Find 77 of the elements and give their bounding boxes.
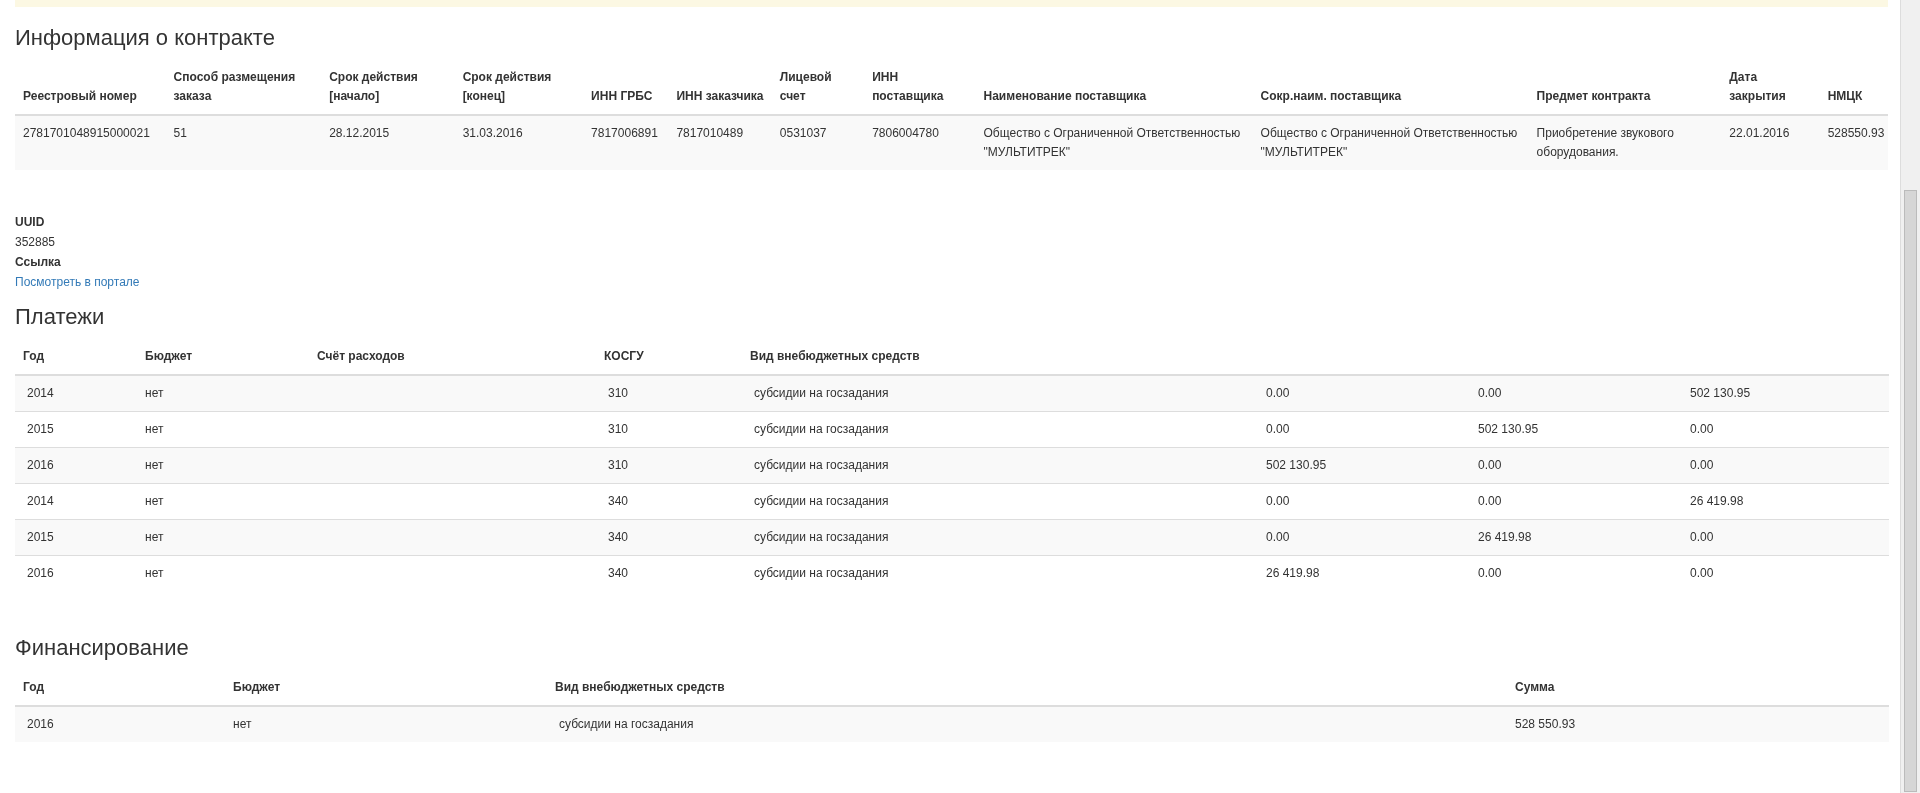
table-cell: 7817006891 xyxy=(583,115,669,170)
table-cell: 340 xyxy=(608,494,629,508)
column-header: Бюджет xyxy=(145,349,193,363)
table-cell: субсидии на госзадания xyxy=(754,458,889,472)
table-cell: 340 xyxy=(608,566,629,580)
table-cell: 310 xyxy=(608,458,629,472)
table-cell: 2016 xyxy=(27,566,54,580)
table-cell: 28.12.2015 xyxy=(321,115,455,170)
section-title: Информация о контракте xyxy=(15,25,276,51)
table-cell: нет xyxy=(145,494,164,508)
table-cell: 0531037 xyxy=(771,115,865,170)
table-cell: нет xyxy=(145,458,164,472)
section-title: Платежи xyxy=(15,304,106,330)
table-cell: субсидии на госзадания xyxy=(754,494,889,508)
column-header: Сумма xyxy=(1515,680,1555,694)
table-cell: 2014 xyxy=(27,386,54,400)
column-header: Счёт расходов xyxy=(317,349,405,363)
table-cell: 0.00 xyxy=(1478,566,1502,580)
table-cell: 310 xyxy=(608,386,629,400)
table-cell: 0.00 xyxy=(1266,386,1290,400)
table-cell: 2014 xyxy=(27,494,54,508)
table-cell: 0.00 xyxy=(1690,566,1714,580)
table-cell: 0.00 xyxy=(1690,458,1714,472)
table-cell: 26 419.98 xyxy=(1690,494,1744,508)
table-cell: 528550.93 xyxy=(1819,115,1888,170)
table-cell: Общество с Ограниченной Ответственностью "МУЛЬТИТРЕК" xyxy=(1252,115,1529,170)
portal-link[interactable]: Посмотреть в портале xyxy=(15,275,140,289)
table-cell: нет xyxy=(233,717,252,731)
table-cell: 7806004780 xyxy=(864,115,976,170)
table-cell: 0.00 xyxy=(1478,494,1502,508)
table-cell: субсидии на госзадания xyxy=(754,422,889,436)
table-cell: 31.03.2016 xyxy=(454,115,584,170)
field-value: 352885 xyxy=(15,235,56,249)
table-cell: 2781701048915000021 xyxy=(15,115,166,170)
table-cell: 502 130.95 xyxy=(1690,386,1751,400)
table-cell: 310 xyxy=(608,422,629,436)
table-cell: 2015 xyxy=(27,422,54,436)
table-cell: 0.00 xyxy=(1266,530,1290,544)
table-cell: нет xyxy=(145,566,164,580)
table-cell: 340 xyxy=(608,530,629,544)
table-cell: 26 419.98 xyxy=(1266,566,1320,580)
table-cell: субсидии на госзадания xyxy=(754,530,889,544)
column-header: Год xyxy=(23,349,44,363)
table-cell: 528 550.93 xyxy=(1515,717,1576,731)
scrollbar[interactable] xyxy=(1900,0,1920,793)
table-cell: нет xyxy=(145,386,164,400)
table-cell: субсидии на госзадания xyxy=(754,566,889,580)
table-cell: Приобретение звукового оборудования. xyxy=(1528,115,1722,170)
table-cell: 2016 xyxy=(27,458,54,472)
column-header: Вид внебюджетных средств xyxy=(555,680,725,694)
table-cell: Общество с Ограниченной Ответственностью "МУЛЬТИТРЕК" xyxy=(975,115,1253,170)
table-cell: 22.01.2016 xyxy=(1721,115,1820,170)
table-cell: 7817010489 xyxy=(668,115,772,170)
table-cell: субсидии на госзадания xyxy=(754,386,889,400)
column-header: Вид внебюджетных средств xyxy=(750,349,920,363)
table-cell: нет xyxy=(145,422,164,436)
table-cell: 51 xyxy=(165,115,322,170)
table-cell: 502 130.95 xyxy=(1478,422,1539,436)
table-cell: 2015 xyxy=(27,530,54,544)
table-cell: нет xyxy=(145,530,164,544)
table-cell: 0.00 xyxy=(1266,494,1290,508)
column-header: Год xyxy=(23,680,44,694)
section-title: Финансирование xyxy=(15,635,190,661)
scrollbar-thumb[interactable] xyxy=(1904,190,1917,792)
table-cell: 0.00 xyxy=(1478,386,1502,400)
table-cell: 0.00 xyxy=(1478,458,1502,472)
table-cell: 502 130.95 xyxy=(1266,458,1327,472)
table-cell: 0.00 xyxy=(1266,422,1290,436)
table-cell: 26 419.98 xyxy=(1478,530,1532,544)
table-cell: 0.00 xyxy=(1690,422,1714,436)
table-cell: 0.00 xyxy=(1690,530,1714,544)
column-header: КОСГУ xyxy=(604,349,644,363)
table-cell: 2016 xyxy=(27,717,54,731)
column-header: Бюджет xyxy=(233,680,281,694)
table-cell: субсидии на госзадания xyxy=(559,717,694,731)
field-label: UUID xyxy=(15,214,46,231)
field-label: Ссылка xyxy=(15,254,62,271)
